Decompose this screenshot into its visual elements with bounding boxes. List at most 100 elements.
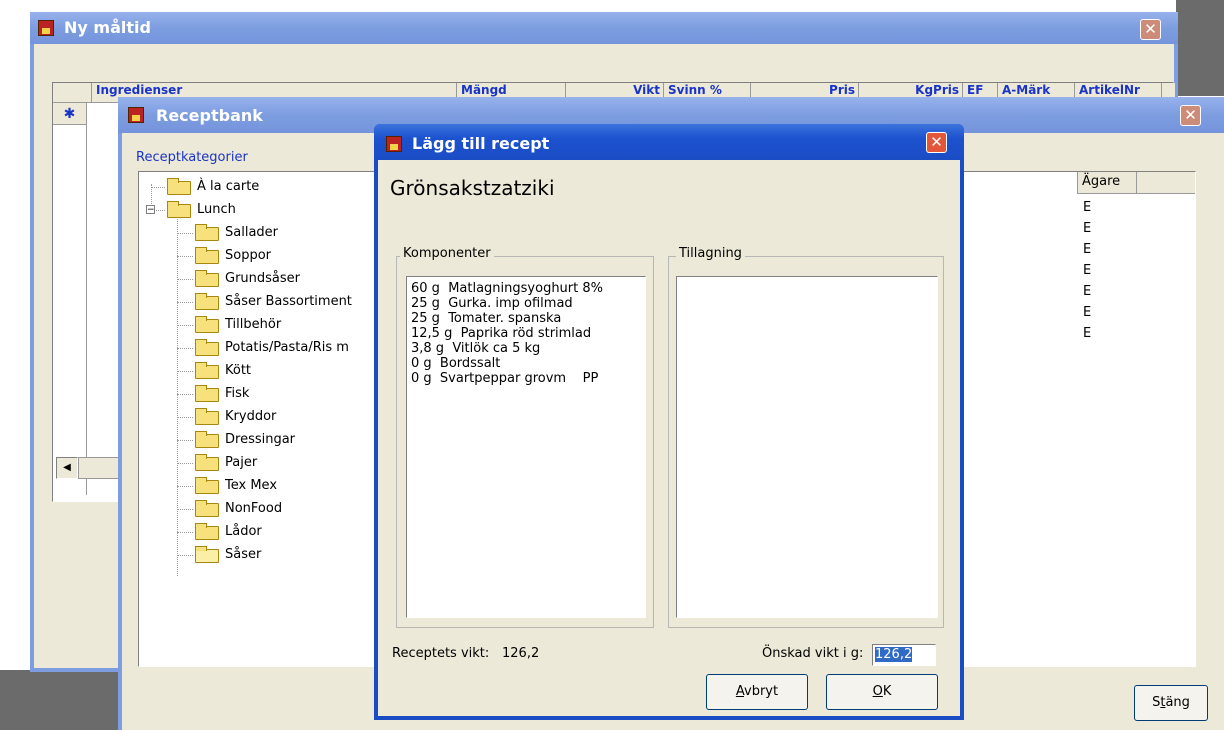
tree-item[interactable]: − Lunch bbox=[139, 199, 379, 221]
component-item[interactable]: 60 g Matlagningsyoghurt 8% bbox=[411, 281, 641, 296]
tree-item-label: Dressingar bbox=[225, 432, 296, 447]
ok-button-label: OK bbox=[872, 684, 892, 699]
owner-column-header[interactable]: Ägare bbox=[1077, 172, 1137, 194]
close-icon[interactable]: ✕ bbox=[1140, 19, 1161, 40]
owner-cell[interactable]: E bbox=[1083, 263, 1091, 278]
desired-weight-input[interactable]: 126,2 bbox=[872, 644, 936, 666]
tree-line bbox=[177, 279, 193, 280]
tree-item[interactable]: Fisk bbox=[139, 383, 379, 405]
owner-cell[interactable]: E bbox=[1083, 305, 1091, 320]
desired-weight-label: Önskad vikt i g: bbox=[762, 646, 864, 661]
owner-cell[interactable]: E bbox=[1083, 284, 1091, 299]
tree-item-label: Pajer bbox=[225, 455, 258, 470]
component-item[interactable]: 25 g Tomater. spanska bbox=[411, 311, 641, 326]
folder-icon bbox=[195, 431, 219, 448]
scroll-left-button[interactable]: ◀ bbox=[56, 457, 78, 479]
dialog-title: Lägg till recept bbox=[412, 134, 550, 153]
weight-value: 126,2 bbox=[502, 646, 540, 661]
tree-item-label: Potatis/Pasta/Ris m bbox=[225, 340, 349, 355]
window-title: Receptbank bbox=[156, 106, 263, 125]
ny-maltid-titlebar[interactable]: Ny måltid ✕ bbox=[30, 12, 1178, 44]
open-folder-icon bbox=[195, 546, 219, 563]
tree-line bbox=[177, 555, 193, 556]
tree-item-label: Fisk bbox=[225, 386, 250, 401]
tree-item[interactable]: Lådor bbox=[139, 521, 379, 543]
category-tree[interactable]: À la carte − Lunch Sallader Soppor Grundsåser… bbox=[138, 171, 388, 667]
owner-cell[interactable]: E bbox=[1083, 326, 1091, 341]
tree-item-label: Soppor bbox=[225, 248, 272, 263]
preparation-label: Tillagning bbox=[676, 246, 745, 261]
folder-icon bbox=[195, 293, 219, 310]
recipe-name: Grönsakstzatziki bbox=[390, 176, 555, 200]
tree-line bbox=[177, 463, 193, 464]
tree-item-label: Grundsåser bbox=[225, 271, 301, 286]
tree-item-label: Lådor bbox=[225, 524, 262, 539]
owner-cell[interactable]: E bbox=[1083, 221, 1091, 236]
components-list[interactable]: 60 g Matlagningsyoghurt 8% 25 g Gurka. im… bbox=[406, 276, 646, 618]
tree-item[interactable]: Tex Mex bbox=[139, 475, 379, 497]
close-icon[interactable]: ✕ bbox=[926, 132, 947, 153]
component-item[interactable]: 3,8 g Vitlök ca 5 kg bbox=[411, 341, 641, 356]
tree-item[interactable]: Såser bbox=[139, 544, 379, 566]
owner-cell[interactable]: E bbox=[1083, 242, 1091, 257]
tree-item-label: Lunch bbox=[197, 202, 236, 217]
tree-line bbox=[177, 486, 193, 487]
row-selector-column bbox=[53, 125, 87, 495]
component-item[interactable]: 0 g Bordssalt bbox=[411, 356, 641, 371]
cancel-button-label: Avbryt bbox=[735, 684, 779, 699]
tree-item[interactable]: NonFood bbox=[139, 498, 379, 520]
row-selector-header bbox=[53, 83, 92, 103]
app-icon bbox=[38, 20, 54, 36]
cancel-button[interactable]: Avbryt bbox=[706, 674, 808, 710]
component-item[interactable]: 0 g Svartpeppar grovm PP bbox=[411, 371, 641, 386]
tree-item[interactable]: À la carte bbox=[139, 176, 379, 198]
folder-icon bbox=[195, 362, 219, 379]
close-icon[interactable]: ✕ bbox=[1180, 105, 1201, 126]
tree-item[interactable]: Pajer bbox=[139, 452, 379, 474]
dialog-body: Grönsakstzatziki Komponenter 60 g Matlag… bbox=[378, 160, 960, 716]
preparation-textarea[interactable] bbox=[676, 276, 938, 618]
tree-line bbox=[151, 187, 165, 188]
weight-label: Receptets vikt: bbox=[392, 646, 490, 661]
tree-line bbox=[177, 371, 193, 372]
tree-item[interactable]: Kött bbox=[139, 360, 379, 382]
folder-icon bbox=[195, 339, 219, 356]
close-button[interactable]: Stäng bbox=[1134, 685, 1208, 721]
tree-item[interactable]: Grundsåser bbox=[139, 268, 379, 290]
app-icon bbox=[128, 107, 144, 123]
app-icon bbox=[386, 136, 402, 152]
tree-item-label: Såser Bassortiment bbox=[225, 294, 352, 309]
tree-line bbox=[177, 417, 193, 418]
tree-item[interactable]: Tillbehör bbox=[139, 314, 379, 336]
component-item[interactable]: 12,5 g Paprika röd strimlad bbox=[411, 326, 641, 341]
folder-icon bbox=[195, 408, 219, 425]
tree-line bbox=[177, 532, 193, 533]
tree-line bbox=[177, 394, 193, 395]
folder-icon bbox=[195, 477, 219, 494]
tree-line bbox=[177, 233, 193, 234]
dialog-titlebar[interactable]: Lägg till recept ✕ bbox=[374, 124, 964, 160]
tree-item[interactable]: Kryddor bbox=[139, 406, 379, 428]
folder-icon bbox=[195, 316, 219, 333]
folder-icon bbox=[167, 201, 191, 218]
tree-line bbox=[177, 302, 193, 303]
close-button-label: Stäng bbox=[1152, 695, 1190, 710]
tree-item-label: Kött bbox=[225, 363, 252, 378]
tree-item[interactable]: Såser Bassortiment bbox=[139, 291, 379, 313]
ok-button[interactable]: OK bbox=[826, 674, 938, 710]
desired-weight-value: 126,2 bbox=[875, 647, 913, 662]
new-row-marker[interactable]: ✱ bbox=[53, 103, 87, 125]
window-title: Ny måltid bbox=[64, 18, 151, 37]
tree-item[interactable]: Dressingar bbox=[139, 429, 379, 451]
tree-item[interactable]: Potatis/Pasta/Ris m bbox=[139, 337, 379, 359]
tree-item[interactable]: Soppor bbox=[139, 245, 379, 267]
folder-icon bbox=[195, 270, 219, 287]
tree-item-label: Tillbehör bbox=[225, 317, 282, 332]
owner-cell[interactable]: E bbox=[1083, 200, 1091, 215]
folder-icon bbox=[195, 454, 219, 471]
collapse-icon[interactable]: − bbox=[146, 205, 155, 215]
component-item[interactable]: 25 g Gurka. imp ofilmad bbox=[411, 296, 641, 311]
header-filler bbox=[1137, 172, 1195, 194]
tree-item[interactable]: Sallader bbox=[139, 222, 379, 244]
folder-icon bbox=[195, 247, 219, 264]
